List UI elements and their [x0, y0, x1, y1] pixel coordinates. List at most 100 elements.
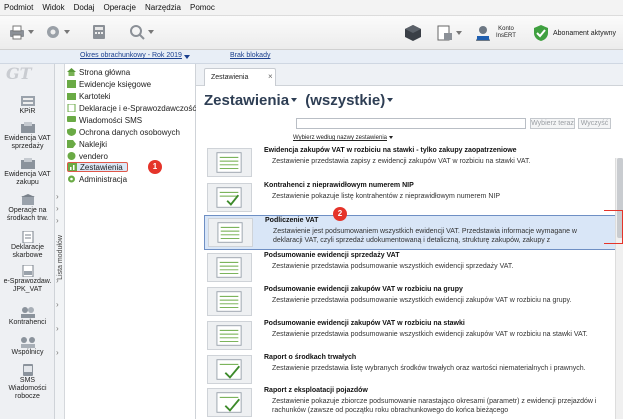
- report-description: Zestawienie pokazuje listę kontrahentów …: [272, 193, 500, 200]
- konto-insert[interactable]: Konto InsERT: [474, 20, 516, 46]
- menu-operacje[interactable]: Operacje: [104, 3, 136, 12]
- menu-narzedzia[interactable]: Narzędzia: [145, 3, 181, 12]
- rail-label: Operacje na środkach trw.: [6, 207, 49, 222]
- tax-declarations-icon: [22, 231, 33, 243]
- chevron-down-icon: [184, 55, 190, 59]
- rail-item-vat-purchase[interactable]: Ewidencja VAT zakupu: [0, 158, 55, 187]
- report-title: Podsumowanie ewidencji zakupów VAT w roz…: [264, 320, 465, 327]
- list-item[interactable]: Podsumowanie ewidencji zakupów VAT w roz…: [204, 285, 623, 318]
- filter-selector[interactable]: (wszystkie): [305, 92, 385, 109]
- rail-item-jpk[interactable]: e-Sprawozdaw. JPK_VAT: [0, 265, 55, 294]
- tree-item-ewidencje[interactable]: Ewidencje księgowe: [67, 79, 151, 89]
- lock-status-link[interactable]: Brak blokady: [230, 52, 270, 59]
- tab-label: Zestawienia: [211, 74, 249, 81]
- rail-item-fixed-assets[interactable]: Operacje na środkach trw.: [0, 194, 55, 223]
- chevron-right-icon: ›: [56, 204, 59, 213]
- tree-item-kartoteki[interactable]: Kartoteki: [67, 91, 111, 101]
- tree-label: Kartoteki: [79, 91, 111, 101]
- sort-label: Wybierz według nazwy zestawienia: [293, 135, 387, 141]
- tree-item-zestawienia[interactable]: Zestawienia: [67, 162, 128, 172]
- tree-label: Ewidencje księgowe: [79, 79, 152, 89]
- vat-purchase-icon: [20, 158, 35, 169]
- list-item[interactable]: Raport o środkach trwałych Zestawienie p…: [204, 353, 623, 386]
- fixed-assets-icon: [20, 194, 35, 205]
- chevron-right-icon: ›: [56, 216, 59, 225]
- tab-zestawienia[interactable]: Zestawienia ×: [204, 68, 276, 86]
- tree-label: Naklejki: [79, 139, 108, 149]
- report-description: Zestawienie przedstawia zapisy z ewidenc…: [272, 158, 531, 165]
- rail-item-kpir[interactable]: KPiR: [0, 95, 55, 116]
- contractors-icon: [20, 307, 35, 318]
- sms-icon: [22, 364, 33, 376]
- list-item[interactable]: Kontrahenci z nieprawidłowym numerem NIP…: [204, 181, 623, 214]
- report-description: Zestawienie przedstawia podsumowanie wsz…: [272, 263, 514, 270]
- period-bar: Okres obrachunkowy - Rok 2019 Brak bloka…: [0, 50, 623, 64]
- report-description: Zestawienie przedstawia podsumowanie wsz…: [272, 297, 572, 304]
- report-thumbnail-icon: [207, 287, 252, 316]
- report-title: Kontrahenci z nieprawidłowym numerem NIP: [264, 182, 414, 189]
- list-item[interactable]: Podsumowanie ewidencji sprzedaży VAT Zes…: [204, 251, 623, 284]
- list-item[interactable]: Raport z eksploatacji pojazdów Zestawien…: [204, 386, 623, 419]
- chevron-down-icon: [291, 97, 298, 102]
- reports-list: Ewidencja zakupów VAT w rozbiciu na staw…: [204, 146, 623, 419]
- calculator-icon: [93, 25, 105, 39]
- report-thumbnail-icon: [207, 388, 252, 417]
- module-rail: GT KPiR Ewidencja VAT sprzedaży Ewidencj…: [0, 64, 55, 419]
- report-description: Zestawienie przedstawia podsumowanie wsz…: [272, 331, 588, 338]
- tree-label: Administracja: [79, 174, 128, 184]
- report-description: Zestawienie przedstawia listę wybranych …: [272, 365, 586, 372]
- rail-item-tax-declarations[interactable]: Deklaracje skarbowe: [0, 231, 55, 260]
- shield-icon: [534, 25, 548, 41]
- vat-sales-icon: [20, 122, 35, 133]
- menu-bar: Podmiot Widok Dodaj Operacje Narzędzia P…: [0, 0, 623, 16]
- rail-item-contractors[interactable]: Kontrahenci: [0, 306, 55, 327]
- list-item[interactable]: Podsumowanie ewidencji zakupów VAT w roz…: [204, 319, 623, 352]
- abonament-status[interactable]: Abonament aktywny: [533, 20, 616, 46]
- tree-label: vendero: [79, 151, 108, 161]
- shield-icon: [67, 128, 76, 136]
- report-description: Zestawienie jest podsumowaniem wszystkic…: [273, 228, 577, 244]
- rail-label: Wspólnicy: [11, 349, 44, 356]
- scrollbar[interactable]: [615, 158, 623, 419]
- tree-item-administracja[interactable]: Administracja: [67, 174, 127, 184]
- tree-item-deklaracje[interactable]: Deklaracje i e-Sprawozdawczość: [67, 103, 196, 113]
- list-item[interactable]: Ewidencja zakupów VAT w rozbiciu na staw…: [204, 146, 623, 179]
- cube-button[interactable]: [404, 20, 422, 46]
- report-title: Podsumowanie ewidencji sprzedaży VAT: [264, 252, 400, 259]
- module-list-label: Lista modułów: [56, 235, 64, 280]
- tree-item-vendero[interactable]: vendero: [67, 151, 108, 161]
- tree-item-naklejki[interactable]: Naklejki: [67, 139, 107, 149]
- sort-selector[interactable]: Wybierz według nazwy zestawienia: [293, 135, 393, 141]
- tree-item-ochrona[interactable]: Ochrona danych osobowych: [67, 127, 180, 137]
- tree-label: Zestawienia: [80, 162, 123, 172]
- rail-item-partners[interactable]: Wspólnicy: [0, 336, 55, 357]
- rail-label: Kontrahenci: [8, 319, 47, 326]
- settings-button[interactable]: [44, 24, 70, 42]
- sms-icon: [67, 116, 76, 122]
- tree-item-sms[interactable]: Wiadomości SMS: [67, 115, 142, 125]
- search-button[interactable]: [128, 24, 154, 42]
- clear-button[interactable]: Wyczyść: [578, 118, 611, 129]
- menu-pomoc[interactable]: Pomoc: [190, 3, 215, 12]
- report-title: Raport z eksploatacji pojazdów: [264, 387, 368, 394]
- rail-item-vat-sales[interactable]: Ewidencja VAT sprzedaży: [0, 122, 55, 151]
- cube-icon: [405, 25, 421, 41]
- choose-now-button[interactable]: Wybierz teraz: [530, 118, 575, 129]
- printer-button[interactable]: [8, 24, 34, 42]
- logo: GT: [6, 64, 32, 83]
- menu-podmiot[interactable]: Podmiot: [4, 3, 33, 12]
- menu-dodaj[interactable]: Dodaj: [74, 3, 95, 12]
- report-title: Podsumowanie ewidencji zakupów VAT w roz…: [264, 286, 463, 293]
- rail-item-sms[interactable]: SMS Wiadomości robocze: [0, 364, 55, 401]
- tree-item-strona-glowna[interactable]: Strona główna: [67, 67, 130, 77]
- list-item-selected[interactable]: Podliczenie VAT Zestawienie jest podsumo…: [204, 215, 623, 250]
- module-list-strip[interactable]: › › › Lista modułów › › › ›: [55, 64, 65, 419]
- document-button[interactable]: [436, 20, 462, 46]
- close-icon[interactable]: ×: [268, 72, 273, 81]
- module-tree: Strona główna Ewidencje księgowe Kartote…: [65, 64, 196, 419]
- search-input[interactable]: [296, 118, 526, 129]
- page-title-text[interactable]: Zestawienia: [204, 92, 289, 109]
- calculator-button[interactable]: [90, 24, 116, 42]
- period-selector[interactable]: Okres obrachunkowy - Rok 2019: [80, 52, 182, 59]
- menu-widok[interactable]: Widok: [42, 3, 64, 12]
